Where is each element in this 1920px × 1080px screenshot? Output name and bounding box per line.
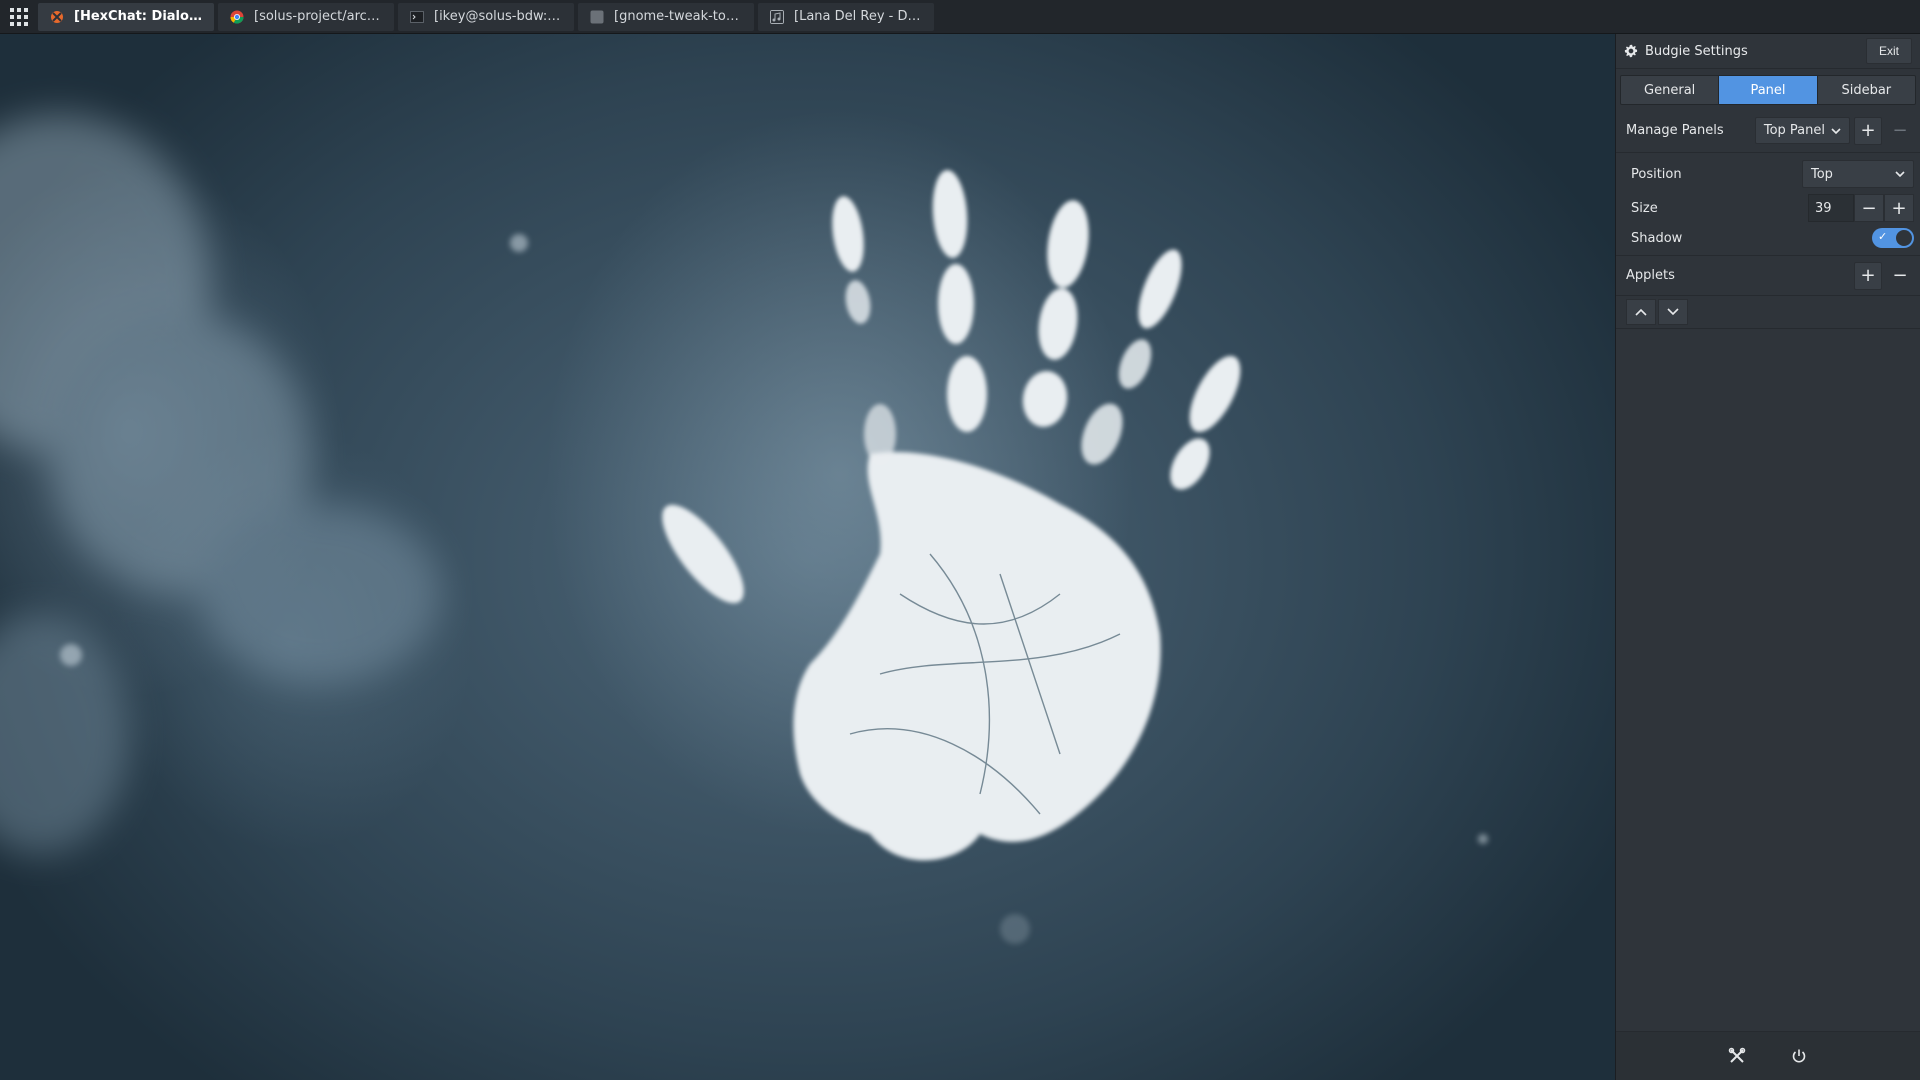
move-applet-down-button[interactable] bbox=[1658, 299, 1688, 325]
tools-icon bbox=[1728, 1047, 1746, 1063]
task-terminal[interactable]: [ikey@solus-bdw:~] bbox=[398, 2, 574, 31]
size-decrease-button[interactable]: − bbox=[1854, 194, 1884, 222]
settings-tabs: General Panel Sidebar bbox=[1620, 75, 1916, 105]
music-player-icon bbox=[770, 9, 784, 24]
task-chrome[interactable]: [solus-project/arc-d... bbox=[218, 2, 394, 31]
sidebar-footer bbox=[1616, 1031, 1920, 1080]
terminal-icon bbox=[410, 10, 424, 23]
plus-icon: + bbox=[1891, 197, 1907, 219]
chrome-icon bbox=[230, 10, 244, 23]
chevron-down-icon bbox=[1831, 127, 1841, 134]
manage-panels-row: Manage Panels Top Panel + − bbox=[1616, 109, 1920, 153]
panel-selector[interactable]: Top Panel bbox=[1754, 117, 1850, 144]
task-hexchat[interactable]: [HexChat: Dialogue ... bbox=[38, 2, 214, 31]
manage-panels-label: Manage Panels bbox=[1626, 123, 1724, 138]
remove-applet-button[interactable]: − bbox=[1886, 262, 1914, 290]
plus-icon: + bbox=[1860, 265, 1876, 286]
handprint-image bbox=[0, 114, 1241, 861]
minus-icon: − bbox=[1892, 265, 1908, 286]
task-label: [Lana Del Rey - Dar... bbox=[794, 9, 922, 24]
applet-order-row bbox=[1616, 296, 1920, 329]
tab-sidebar[interactable]: Sidebar bbox=[1817, 76, 1915, 104]
position-label: Position bbox=[1631, 166, 1682, 182]
task-gnome-tweak-tool[interactable]: [gnome-tweak-tool] bbox=[578, 2, 754, 31]
position-dropdown[interactable]: Top bbox=[1802, 160, 1914, 188]
plus-icon: + bbox=[1860, 120, 1876, 141]
task-music-player[interactable]: [Lana Del Rey - Dar... bbox=[758, 2, 934, 31]
budgie-settings-sidebar: Budgie Settings Exit General Panel Sideb… bbox=[1615, 34, 1920, 1080]
hexchat-icon bbox=[51, 10, 63, 23]
selected-panel-value: Top Panel bbox=[1763, 123, 1825, 138]
sidebar-header: Budgie Settings Exit bbox=[1616, 34, 1920, 69]
panel-options: Position Top Size − + Shadow ✓ bbox=[1616, 153, 1920, 256]
tweak-tool-icon bbox=[590, 10, 604, 23]
task-label: [gnome-tweak-tool] bbox=[614, 9, 742, 24]
checkmark-icon: ✓ bbox=[1878, 230, 1888, 243]
position-row: Position Top bbox=[1631, 157, 1914, 191]
add-applet-button[interactable]: + bbox=[1854, 261, 1882, 290]
size-row: Size − + bbox=[1631, 191, 1914, 225]
tab-panel[interactable]: Panel bbox=[1719, 76, 1818, 104]
add-panel-button[interactable]: + bbox=[1854, 116, 1882, 145]
size-label: Size bbox=[1631, 200, 1658, 216]
toggle-knob bbox=[1896, 230, 1912, 246]
tab-general[interactable]: General bbox=[1621, 76, 1720, 104]
minus-icon: − bbox=[1861, 197, 1877, 219]
size-input[interactable] bbox=[1808, 194, 1854, 222]
app-grid-icon bbox=[10, 7, 28, 26]
shadow-toggle[interactable]: ✓ bbox=[1872, 228, 1914, 248]
settings-tools-button[interactable] bbox=[1727, 1046, 1747, 1066]
shadow-label: Shadow bbox=[1631, 230, 1683, 246]
power-button[interactable] bbox=[1789, 1046, 1809, 1066]
app-menu-button[interactable] bbox=[0, 0, 38, 34]
top-panel: [HexChat: Dialogue ... [solus-project/ar… bbox=[0, 0, 1920, 34]
gear-icon bbox=[1624, 44, 1638, 58]
task-label: [solus-project/arc-d... bbox=[254, 9, 382, 24]
shadow-row: Shadow ✓ bbox=[1631, 225, 1914, 251]
remove-panel-button[interactable]: − bbox=[1886, 117, 1914, 145]
move-applet-up-button[interactable] bbox=[1626, 299, 1656, 325]
size-increase-button[interactable]: + bbox=[1884, 194, 1914, 222]
applet-list[interactable] bbox=[1616, 334, 1920, 1024]
task-label: [ikey@solus-bdw:~] bbox=[434, 9, 562, 24]
task-label: [HexChat: Dialogue ... bbox=[74, 9, 202, 24]
desktop-wallpaper bbox=[0, 34, 1615, 1080]
position-value: Top bbox=[1811, 166, 1833, 182]
power-icon bbox=[1792, 1049, 1806, 1063]
minus-icon: − bbox=[1892, 120, 1908, 141]
chevron-down-icon bbox=[1667, 308, 1679, 316]
applets-row: Applets + − bbox=[1616, 256, 1920, 296]
applets-label: Applets bbox=[1626, 268, 1675, 283]
size-stepper: − + bbox=[1808, 194, 1914, 222]
chevron-up-icon bbox=[1635, 308, 1647, 316]
exit-button[interactable]: Exit bbox=[1865, 38, 1912, 64]
chevron-down-icon bbox=[1895, 171, 1905, 178]
sidebar-title: Budgie Settings bbox=[1645, 43, 1748, 59]
